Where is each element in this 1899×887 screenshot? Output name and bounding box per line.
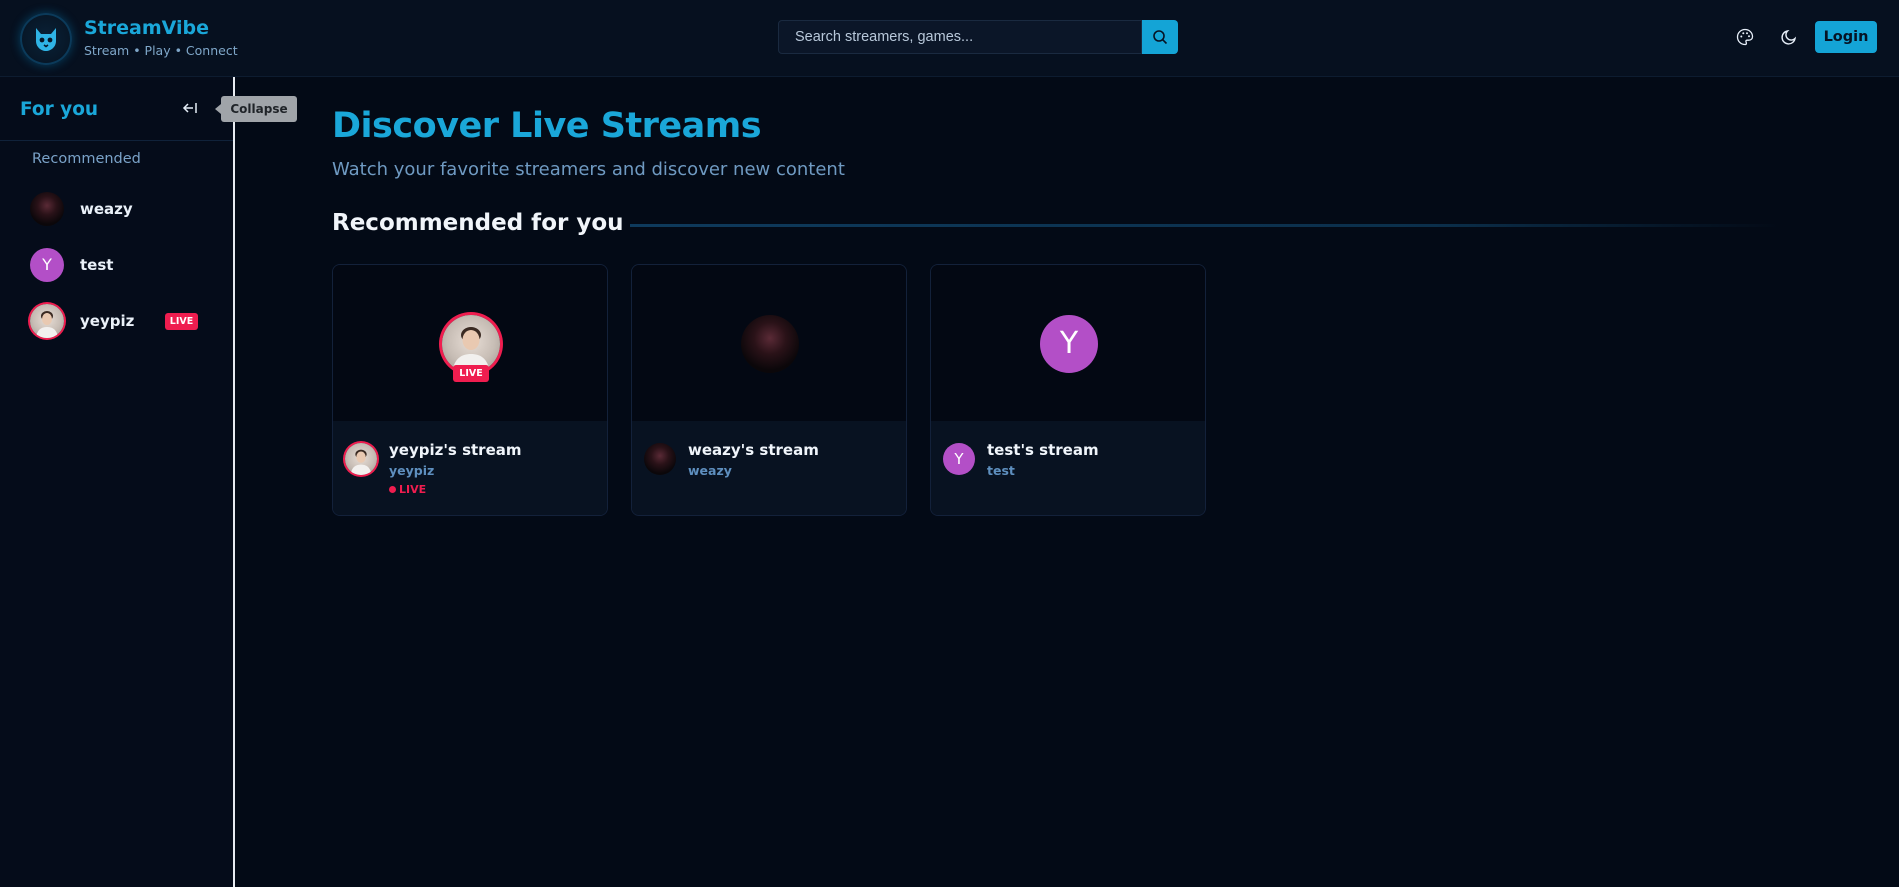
stream-card-yeypiz[interactable]: LIVE yeypiz's stream yeypiz LIVE	[332, 264, 608, 516]
stream-username[interactable]: yeypiz	[389, 463, 434, 478]
sidebar-item-label: weazy	[80, 200, 133, 218]
stream-title[interactable]: test's stream	[987, 441, 1099, 459]
palette-icon[interactable]	[1736, 28, 1754, 46]
live-badge: LIVE	[165, 313, 198, 330]
moon-icon[interactable]	[1780, 28, 1798, 46]
avatar	[30, 192, 64, 226]
section-title: Recommended for you	[332, 210, 624, 236]
stream-thumbnail[interactable]: Y	[931, 265, 1205, 421]
avatar: Y	[943, 443, 975, 475]
avatar: Y	[1040, 315, 1098, 373]
stream-card-info: weazy's stream weazy	[632, 421, 906, 515]
search-input[interactable]	[778, 20, 1142, 54]
top-header: StreamVibe Stream • Play • Connect Login	[0, 0, 1899, 77]
sidebar-item-yeypiz[interactable]: yeypiz LIVE	[30, 304, 210, 340]
sidebar-section-label: Recommended	[32, 151, 141, 167]
live-indicator: LIVE	[389, 483, 426, 496]
live-dot-icon	[389, 486, 396, 493]
sidebar-item-test[interactable]: Y test	[30, 248, 210, 284]
stream-username[interactable]: test	[987, 463, 1015, 478]
search-icon	[1153, 30, 1168, 45]
sidebar: For you Recommended weazy Y test yeypiz …	[0, 77, 235, 887]
cat-logo-icon[interactable]	[20, 13, 72, 65]
collapse-tooltip: Collapse	[215, 96, 297, 122]
live-text: LIVE	[399, 483, 427, 496]
stream-thumbnail[interactable]: LIVE	[333, 265, 607, 421]
avatar	[345, 443, 377, 475]
live-badge: LIVE	[453, 365, 489, 382]
sidebar-item-weazy[interactable]: weazy	[30, 192, 210, 228]
page-subtitle: Watch your favorite streamers and discov…	[332, 159, 845, 180]
page-title: Discover Live Streams	[332, 106, 762, 146]
brand-name[interactable]: StreamVibe	[84, 17, 209, 39]
avatar: Y	[30, 248, 64, 282]
sidebar-divider	[0, 140, 233, 141]
sidebar-item-label: test	[80, 256, 114, 274]
login-button[interactable]: Login	[1815, 21, 1877, 53]
stream-thumbnail[interactable]	[632, 265, 906, 421]
collapse-arrow-icon[interactable]	[182, 100, 198, 116]
stream-card-weazy[interactable]: weazy's stream weazy	[631, 264, 907, 516]
brand-tagline: Stream • Play • Connect	[84, 43, 238, 58]
stream-title[interactable]: weazy's stream	[688, 441, 819, 459]
section-divider	[630, 224, 1780, 227]
sidebar-item-label: yeypiz	[80, 312, 135, 330]
avatar	[741, 315, 799, 373]
stream-username[interactable]: weazy	[688, 463, 732, 478]
stream-title[interactable]: yeypiz's stream	[389, 441, 522, 459]
avatar	[30, 304, 64, 338]
stream-card-test[interactable]: Y Y test's stream test	[930, 264, 1206, 516]
sidebar-title: For you	[20, 99, 99, 120]
stream-card-info: Y test's stream test	[931, 421, 1205, 515]
avatar	[644, 443, 676, 475]
stream-card-info: yeypiz's stream yeypiz LIVE	[333, 421, 607, 515]
search-button[interactable]	[1142, 20, 1178, 54]
